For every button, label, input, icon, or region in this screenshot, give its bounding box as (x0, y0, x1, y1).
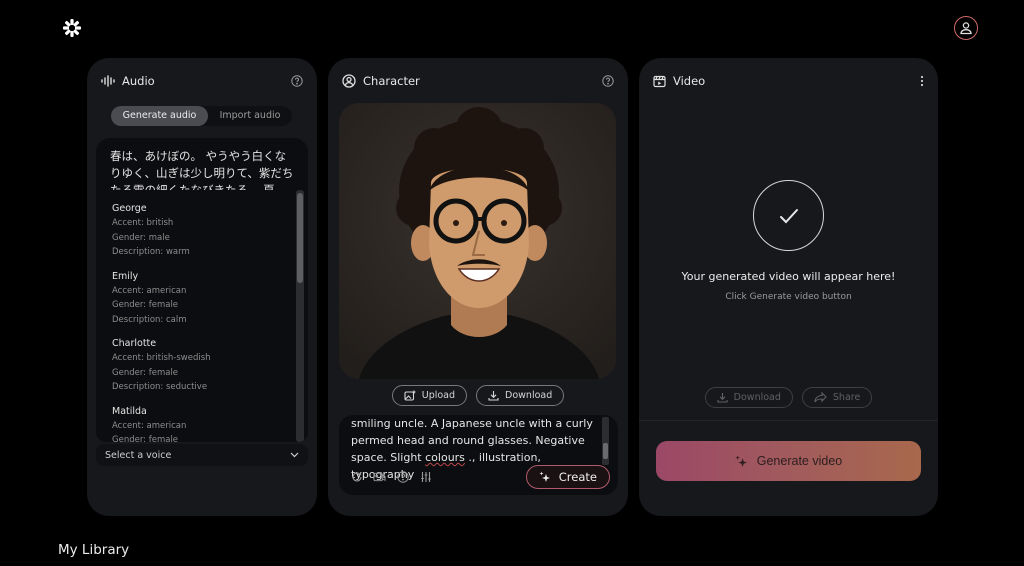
tab-generate-audio[interactable]: Generate audio (111, 106, 208, 126)
sparkle-icon (735, 455, 747, 467)
voice-accent: Accent: british (112, 218, 174, 228)
voice-select[interactable]: Select a voice (96, 444, 308, 466)
upload-button[interactable]: Upload (391, 385, 468, 406)
voice-accent: Accent: american (112, 420, 187, 431)
audio-panel: Audio Generate audio Import audio 春は、あけぼ… (87, 58, 317, 516)
create-button[interactable]: Create (525, 465, 610, 489)
share-icon (814, 392, 827, 403)
voice-gender: Gender: male (112, 232, 170, 243)
download-icon (717, 393, 728, 403)
voice-option-george[interactable]: George Accent: british Gender: male Desc… (112, 202, 288, 260)
share-label: Share (832, 392, 861, 403)
waveform-icon (101, 75, 115, 87)
settings-button[interactable] (419, 470, 432, 483)
person-circle-icon (342, 74, 356, 88)
help-icon (291, 75, 303, 87)
prompt-line: permed head and round glasses. Negative (351, 434, 585, 447)
audio-source-tabs: Generate audio Import audio (111, 106, 292, 126)
voice-list-scrollbar[interactable] (296, 190, 304, 442)
voice-option-charlotte[interactable]: Charlotte Accent: british-swedish Gender… (112, 337, 288, 395)
download-icon (488, 391, 499, 401)
voice-select-placeholder: Select a voice (105, 449, 172, 461)
prompt-line: smiling uncle. A Japanese uncle with a c… (351, 417, 593, 430)
voice-gender: Gender: female (112, 435, 179, 442)
prompt-help-button[interactable] (396, 470, 409, 483)
voice-name: Matilda (112, 405, 147, 417)
voice-name: George (112, 203, 147, 214)
upload-label: Upload (421, 390, 456, 401)
prompt-segment: space. Slight (351, 451, 426, 464)
misspelled-word: colours (425, 451, 465, 464)
prompt-scrollbar[interactable] (602, 417, 609, 465)
image-reference-icon (373, 472, 386, 481)
generate-video-label: Generate video (756, 454, 843, 468)
voice-gender: Gender: female (112, 367, 179, 378)
sparkle-icon (539, 471, 550, 482)
voice-dropdown-list: George Accent: british Gender: male Desc… (96, 190, 308, 442)
more-vertical-icon (920, 75, 924, 87)
scrollbar-thumb[interactable] (603, 443, 608, 459)
voice-description: Description: calm (112, 314, 187, 325)
video-download-button[interactable]: Download (704, 387, 793, 408)
sliders-icon (420, 471, 431, 482)
video-clapper-icon (653, 75, 666, 87)
voice-name: Emily (112, 270, 139, 282)
character-prompt-textarea[interactable]: smiling uncle. A Japanese uncle with a c… (339, 415, 618, 495)
empty-state-title: Your generated video will appear here! (681, 270, 896, 283)
voice-accent: Accent: american (112, 285, 187, 296)
voice-description: Description: seductive (112, 382, 208, 392)
voice-option-emily[interactable]: Emily Accent: american Gender: female De… (112, 270, 288, 328)
image-upload-icon (404, 390, 416, 401)
video-panel: Video Your generated video will appear h… (639, 58, 938, 516)
download-label: Download (505, 390, 553, 401)
video-placeholder-badge (753, 180, 824, 251)
help-icon (602, 75, 614, 87)
voice-gender: Gender: female (112, 300, 179, 310)
profile-button[interactable] (954, 16, 978, 40)
refresh-icon (351, 471, 362, 481)
flower-logo-icon[interactable] (62, 18, 82, 38)
create-label: Create (558, 470, 597, 484)
voice-accent: Accent: british-swedish (112, 353, 211, 363)
audio-title: Audio (122, 74, 155, 88)
voice-name: Charlotte (112, 338, 157, 349)
share-button[interactable]: Share (801, 387, 873, 408)
chevron-down-icon (290, 452, 299, 458)
tab-import-audio[interactable]: Import audio (208, 106, 292, 126)
voice-option-matilda[interactable]: Matilda Accent: american Gender: female (112, 405, 288, 443)
download-button[interactable]: Download (476, 385, 565, 406)
character-panel: Character Upload Download smiling uncle.… (328, 58, 628, 516)
video-download-label: Download (733, 392, 781, 403)
checkmark-icon (779, 208, 798, 223)
character-title: Character (363, 74, 420, 88)
app-page: Audio Generate audio Import audio 春は、あけぼ… (0, 0, 1024, 566)
help-button[interactable] (602, 75, 614, 87)
help-icon (396, 470, 409, 483)
image-reference-button[interactable] (373, 470, 386, 483)
user-avatar-icon (960, 22, 972, 35)
regenerate-button[interactable] (350, 470, 363, 483)
empty-state-subtitle: Click Generate video button (725, 292, 852, 302)
scrollbar-thumb[interactable] (297, 193, 303, 283)
divider (639, 420, 938, 421)
video-title: Video (673, 74, 706, 88)
voice-description: Description: warm (112, 247, 190, 257)
my-library-heading: My Library (58, 542, 130, 558)
generate-video-button[interactable]: Generate video (656, 441, 921, 481)
help-button[interactable] (291, 75, 303, 87)
character-portrait-image (339, 103, 616, 379)
more-options-button[interactable] (920, 75, 924, 87)
